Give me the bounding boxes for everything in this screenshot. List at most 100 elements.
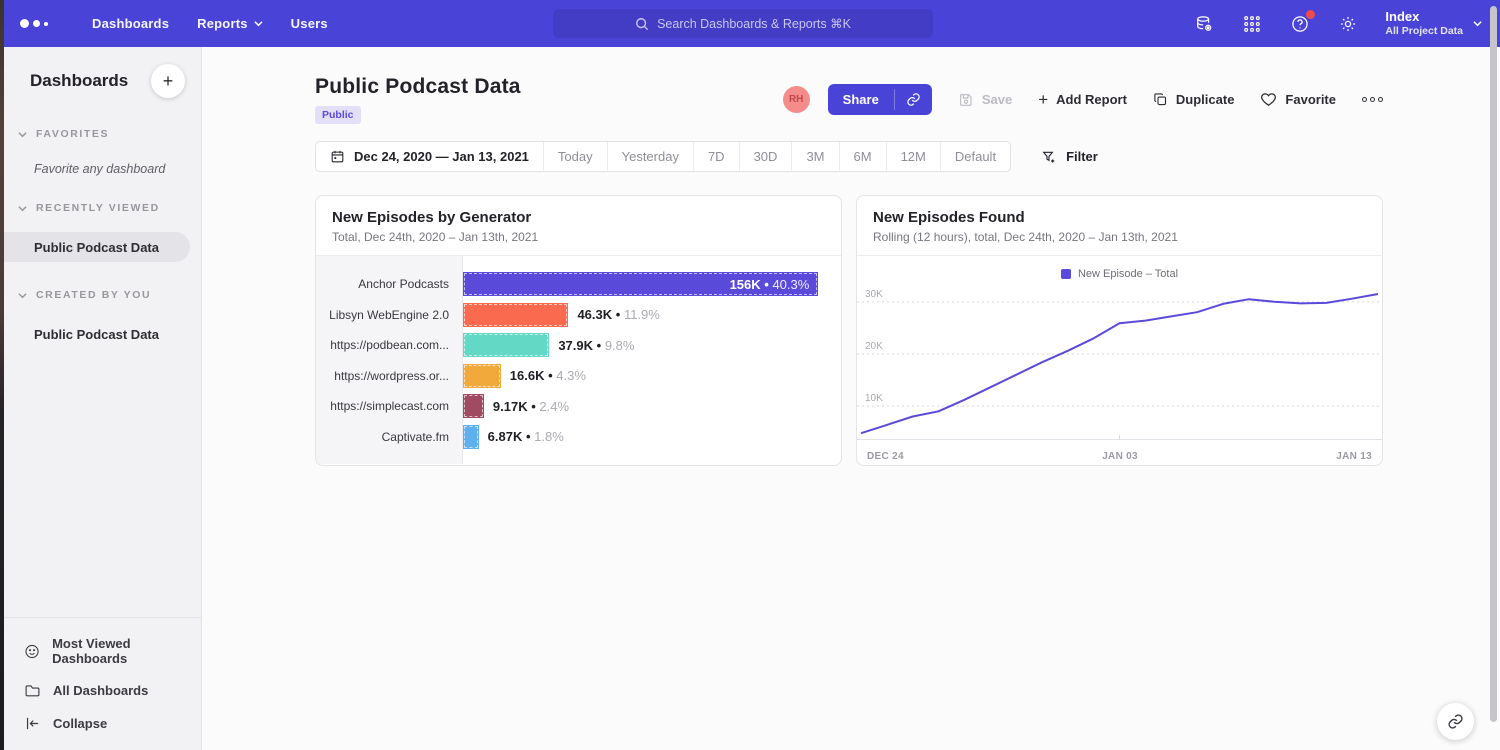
favorite-button[interactable]: Favorite bbox=[1260, 91, 1336, 108]
favorites-empty-state: Favorite any dashboard bbox=[34, 162, 201, 176]
bar-value-label: 46.3K • 11.9% bbox=[577, 307, 659, 322]
bar-category-label: https://podbean.com... bbox=[316, 338, 463, 352]
share-link-icon[interactable] bbox=[895, 84, 932, 115]
card-subtitle: Rolling (12 hours), total, Dec 24th, 202… bbox=[873, 230, 1366, 244]
x-tick-dec24: DEC 24 bbox=[867, 451, 904, 462]
nav-link-dashboards[interactable]: Dashboards bbox=[92, 16, 169, 31]
preset-6m[interactable]: 6M bbox=[840, 142, 887, 171]
bar-3[interactable] bbox=[463, 333, 549, 357]
bar-1[interactable]: 156K • 40.3% bbox=[463, 272, 818, 296]
settings-gear-icon[interactable] bbox=[1337, 13, 1359, 35]
chevron-down-icon bbox=[18, 204, 27, 213]
preset-default[interactable]: Default bbox=[941, 142, 1010, 171]
collapse-sidebar-button[interactable]: Collapse bbox=[4, 707, 201, 740]
sidebar-title: Dashboards bbox=[30, 71, 128, 91]
bar-row: Captivate.fm 6.87K • 1.8% bbox=[316, 422, 841, 453]
bar-row: https://wordpress.or...16.6K • 4.3% bbox=[316, 361, 841, 392]
bar-category-label: https://simplecast.com bbox=[316, 399, 463, 413]
card-subtitle: Total, Dec 24th, 2020 – Jan 13th, 2021 bbox=[332, 230, 825, 244]
line-chart[interactable]: 10K20K30K bbox=[857, 282, 1382, 445]
nav-link-users[interactable]: Users bbox=[291, 16, 328, 31]
bar-category-label: Anchor Podcasts bbox=[316, 277, 463, 291]
main-content: Public Podcast Data Public RH Share bbox=[202, 47, 1500, 750]
save-button[interactable]: Save bbox=[958, 92, 1012, 108]
bar-2[interactable] bbox=[463, 303, 568, 327]
preset-3m[interactable]: 3M bbox=[792, 142, 839, 171]
card-title: New Episodes by Generator bbox=[332, 209, 825, 226]
notification-badge bbox=[1306, 10, 1315, 19]
project-switcher[interactable]: Index All Project Data bbox=[1385, 9, 1482, 38]
legend-new-episode-total[interactable]: New Episode – Total bbox=[857, 256, 1382, 282]
help-icon[interactable] bbox=[1289, 13, 1311, 35]
date-range-picker[interactable]: Dec 24, 2020 — Jan 13, 2021 bbox=[316, 142, 544, 171]
data-sources-icon[interactable] bbox=[1193, 13, 1215, 35]
bar-row: Anchor Podcasts 156K • 40.3% bbox=[316, 269, 841, 300]
svg-text:10K: 10K bbox=[865, 393, 883, 404]
svg-text:30K: 30K bbox=[865, 289, 883, 300]
search-input[interactable]: Search Dashboards & Reports ⌘K bbox=[553, 9, 933, 38]
app-logo[interactable] bbox=[20, 19, 64, 28]
bar-value-label: 16.6K • 4.3% bbox=[510, 368, 586, 383]
add-dashboard-button[interactable]: + bbox=[151, 64, 185, 98]
sidebar: Dashboards + FAVORITES Favorite any dash… bbox=[4, 47, 202, 750]
folder-icon bbox=[24, 682, 41, 699]
smiley-icon bbox=[24, 643, 40, 660]
filter-funnel-icon bbox=[1041, 149, 1057, 165]
bar-value-label: 6.87K • 1.8% bbox=[488, 429, 564, 444]
x-tick-jan13: JAN 13 bbox=[1336, 451, 1372, 462]
link-icon bbox=[1447, 713, 1464, 730]
collapse-icon bbox=[24, 715, 41, 732]
section-created-by-you[interactable]: CREATED BY YOU bbox=[18, 289, 201, 301]
sidebar-item-public-podcast-data[interactable]: Public Podcast Data bbox=[4, 232, 190, 262]
filter-button[interactable]: Filter bbox=[1041, 149, 1098, 165]
preset-today[interactable]: Today bbox=[544, 142, 608, 171]
card-new-episodes-by-generator: New Episodes by Generator Total, Dec 24t… bbox=[315, 195, 842, 466]
x-axis-labels: DEC 24 JAN 03 JAN 13 bbox=[857, 445, 1382, 462]
bar-value-label: 9.17K • 2.4% bbox=[493, 399, 569, 414]
floating-link-button[interactable] bbox=[1437, 703, 1474, 740]
scrollbar-thumb[interactable] bbox=[1490, 6, 1497, 722]
public-badge: Public bbox=[315, 106, 361, 124]
page-title: Public Podcast Data bbox=[315, 75, 521, 99]
all-dashboards-link[interactable]: All Dashboards bbox=[4, 674, 201, 707]
more-actions-button[interactable] bbox=[1362, 97, 1383, 102]
preset-yesterday[interactable]: Yesterday bbox=[608, 142, 694, 171]
sidebar-item-public-podcast-data-created[interactable]: Public Podcast Data bbox=[4, 319, 190, 349]
share-button[interactable]: Share bbox=[828, 84, 932, 115]
preset-30d[interactable]: 30D bbox=[740, 142, 793, 171]
calendar-icon bbox=[330, 149, 345, 164]
preset-7d[interactable]: 7D bbox=[694, 142, 740, 171]
bar-row: Libsyn WebEngine 2.0 46.3K • 11.9% bbox=[316, 300, 841, 331]
duplicate-icon bbox=[1153, 92, 1168, 107]
bar-4[interactable] bbox=[463, 364, 501, 388]
bar-category-label: Captivate.fm bbox=[316, 430, 463, 444]
top-nav: Dashboards Reports Users Search Dashboar… bbox=[0, 0, 1500, 47]
project-name: Index bbox=[1385, 9, 1463, 25]
nav-link-reports[interactable]: Reports bbox=[197, 16, 263, 31]
bar-5[interactable] bbox=[463, 394, 484, 418]
most-viewed-dashboards-link[interactable]: Most Viewed Dashboards bbox=[4, 628, 201, 674]
legend-swatch bbox=[1061, 269, 1071, 279]
preset-12m[interactable]: 12M bbox=[887, 142, 941, 171]
save-icon bbox=[958, 92, 974, 108]
duplicate-button[interactable]: Duplicate bbox=[1153, 92, 1235, 107]
chevron-down-icon bbox=[1473, 19, 1482, 28]
bar-value-label: 156K • 40.3% bbox=[730, 277, 819, 292]
chevron-down-icon bbox=[18, 291, 27, 300]
bar-row: https://podbean.com... 37.9K • 9.8% bbox=[316, 330, 841, 361]
chevron-down-icon bbox=[18, 130, 27, 139]
search-icon bbox=[635, 17, 649, 31]
bar-category-label: Libsyn WebEngine 2.0 bbox=[316, 308, 463, 322]
heart-icon bbox=[1260, 91, 1277, 108]
avatar[interactable]: RH bbox=[783, 86, 810, 113]
chevron-down-icon bbox=[254, 19, 263, 28]
plus-icon: + bbox=[1038, 90, 1048, 110]
bar-value-label: 37.9K • 9.8% bbox=[558, 338, 634, 353]
card-new-episodes-found: New Episodes Found Rolling (12 hours), t… bbox=[856, 195, 1383, 466]
card-title: New Episodes Found bbox=[873, 209, 1366, 226]
section-favorites[interactable]: FAVORITES bbox=[18, 128, 201, 140]
apps-grid-icon[interactable] bbox=[1241, 13, 1263, 35]
add-report-button[interactable]: + Add Report bbox=[1038, 90, 1127, 110]
section-recently-viewed[interactable]: RECENTLY VIEWED bbox=[18, 202, 201, 214]
bar-6[interactable] bbox=[463, 425, 479, 449]
